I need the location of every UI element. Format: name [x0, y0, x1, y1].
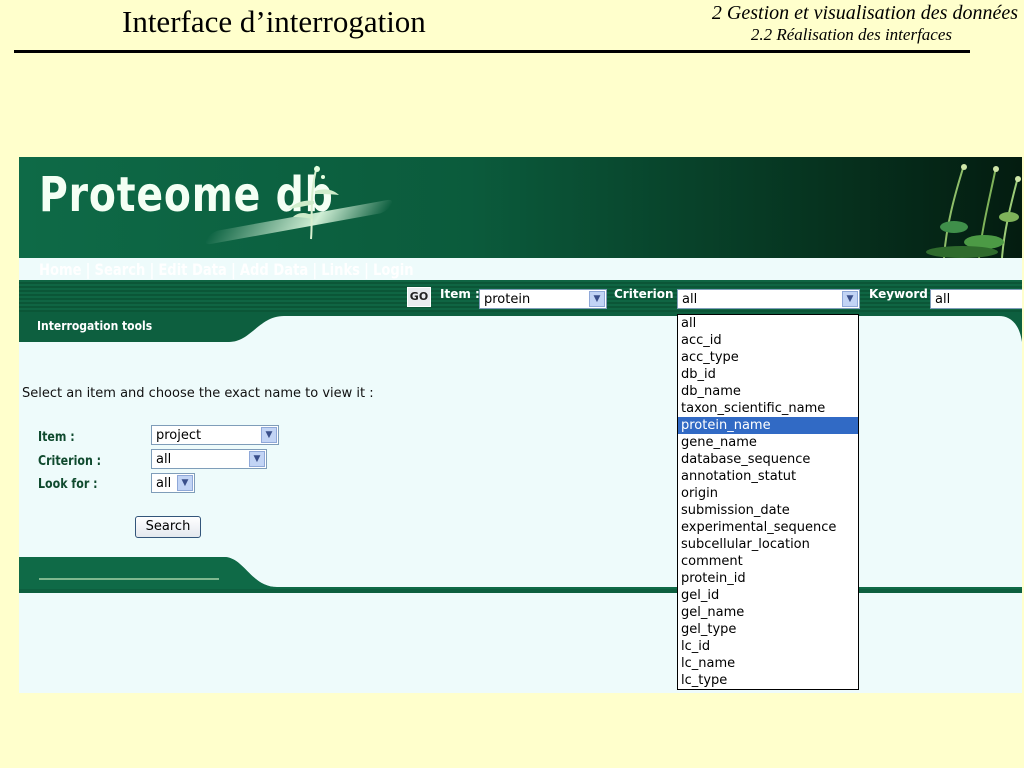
form-lookfor-value: all — [156, 476, 172, 491]
chevron-down-icon[interactable]: ▼ — [261, 427, 277, 443]
nav-login[interactable]: Login — [373, 260, 414, 279]
dropdown-option[interactable]: all — [678, 315, 858, 332]
dropdown-option[interactable]: experimental_sequence — [678, 519, 858, 536]
dropdown-option[interactable]: comment — [678, 553, 858, 570]
chevron-down-icon[interactable]: ▼ — [177, 475, 193, 491]
dropdown-option[interactable]: db_name — [678, 383, 858, 400]
panel-tab-shape — [19, 312, 1022, 342]
toolbar-item-value: protein — [484, 292, 531, 307]
dropdown-option[interactable]: acc_type — [678, 349, 858, 366]
dropdown-option[interactable]: annotation_statut — [678, 468, 858, 485]
quick-search-toolbar: GO Item : protein ▼ Criterion : all ▼ Ke… — [19, 280, 1022, 312]
form-criterion-value: all — [156, 452, 172, 467]
toolbar-item-label: Item : — [440, 287, 480, 301]
dropdown-option[interactable]: gene_name — [678, 434, 858, 451]
dropdown-option[interactable]: lc_type — [678, 672, 858, 689]
footer-band-shape — [19, 557, 1022, 593]
form-criterion-label: Criterion : — [38, 454, 102, 469]
dropdown-option[interactable]: gel_type — [678, 621, 858, 638]
toolbar-item-select[interactable]: protein ▼ — [479, 289, 607, 309]
section-title: 2 Gestion et visualisation des données — [711, 2, 1018, 24]
chevron-down-icon[interactable]: ▼ — [589, 291, 605, 307]
dropdown-option[interactable]: gel_name — [678, 604, 858, 621]
dropdown-option[interactable]: taxon_scientific_name — [678, 400, 858, 417]
form-item-value: project — [156, 428, 202, 443]
toolbar-criterion-value: all — [682, 292, 698, 307]
dropdown-option[interactable]: gel_id — [678, 587, 858, 604]
form-item-select[interactable]: project ▼ — [151, 425, 279, 445]
subsection-title: 2.2 Réalisation des interfaces — [750, 25, 952, 44]
main-nav: Home | Search | Edit Data | Add Data | L… — [39, 258, 414, 280]
form-criterion-select[interactable]: all ▼ — [151, 449, 267, 469]
nav-separator: | — [312, 259, 318, 279]
dropdown-option[interactable]: db_id — [678, 366, 858, 383]
form-lookfor-label: Look for : — [38, 477, 98, 492]
nav-home[interactable]: Home — [39, 260, 82, 279]
toolbar-keyword-input[interactable]: all — [930, 289, 1022, 309]
dropdown-option[interactable]: subcellular_location — [678, 536, 858, 553]
dropdown-option[interactable]: acc_id — [678, 332, 858, 349]
chevron-down-icon[interactable]: ▼ — [249, 451, 265, 467]
plant-sprig-icon — [289, 165, 339, 240]
nav-separator: | — [149, 259, 155, 279]
slide-section-header: 2 Gestion et visualisation des données 2… — [712, 2, 1018, 45]
banner: Proteome db — [19, 157, 1022, 258]
form-item-label: Item : — [38, 430, 75, 445]
dropdown-option[interactable]: database_sequence — [678, 451, 858, 468]
toolbar-criterion-label: Criterion : — [614, 287, 683, 301]
proteome-db-screenshot: Proteome db Home | Search | Edit Data | … — [19, 157, 1022, 693]
nav-separator: | — [230, 259, 236, 279]
dropdown-option-selected[interactable]: protein_name — [678, 417, 858, 434]
criterion-dropdown-list[interactable]: all acc_id acc_type db_id db_name taxon_… — [677, 314, 859, 690]
nav-add-data[interactable]: Add Data — [240, 260, 308, 279]
panel-title: Interrogation tools — [37, 319, 153, 333]
toolbar-criterion-select[interactable]: all ▼ — [677, 289, 860, 309]
dropdown-option[interactable]: origin — [678, 485, 858, 502]
plants-photo-icon — [926, 164, 1021, 258]
nav-separator: | — [85, 259, 91, 279]
slide-title: Interface d’interrogation — [122, 4, 426, 39]
instruction-text: Select an item and choose the exact name… — [22, 386, 374, 401]
toolbar-keyword-label: Keyword : — [869, 287, 937, 301]
nav-separator: | — [364, 259, 369, 279]
nav-search[interactable]: Search — [95, 260, 146, 279]
dropdown-option[interactable]: submission_date — [678, 502, 858, 519]
go-button[interactable]: GO — [407, 287, 431, 307]
nav-edit-data[interactable]: Edit Data — [158, 260, 227, 279]
header-rule — [14, 50, 970, 53]
dropdown-option[interactable]: lc_name — [678, 655, 858, 672]
nav-links[interactable]: Links — [321, 260, 360, 279]
dropdown-option[interactable]: lc_id — [678, 638, 858, 655]
chevron-down-icon[interactable]: ▼ — [842, 291, 858, 307]
search-button[interactable]: Search — [135, 516, 201, 538]
form-lookfor-select[interactable]: all ▼ — [151, 473, 195, 493]
dropdown-option[interactable]: protein_id — [678, 570, 858, 587]
toolbar-keyword-value: all — [935, 292, 951, 307]
